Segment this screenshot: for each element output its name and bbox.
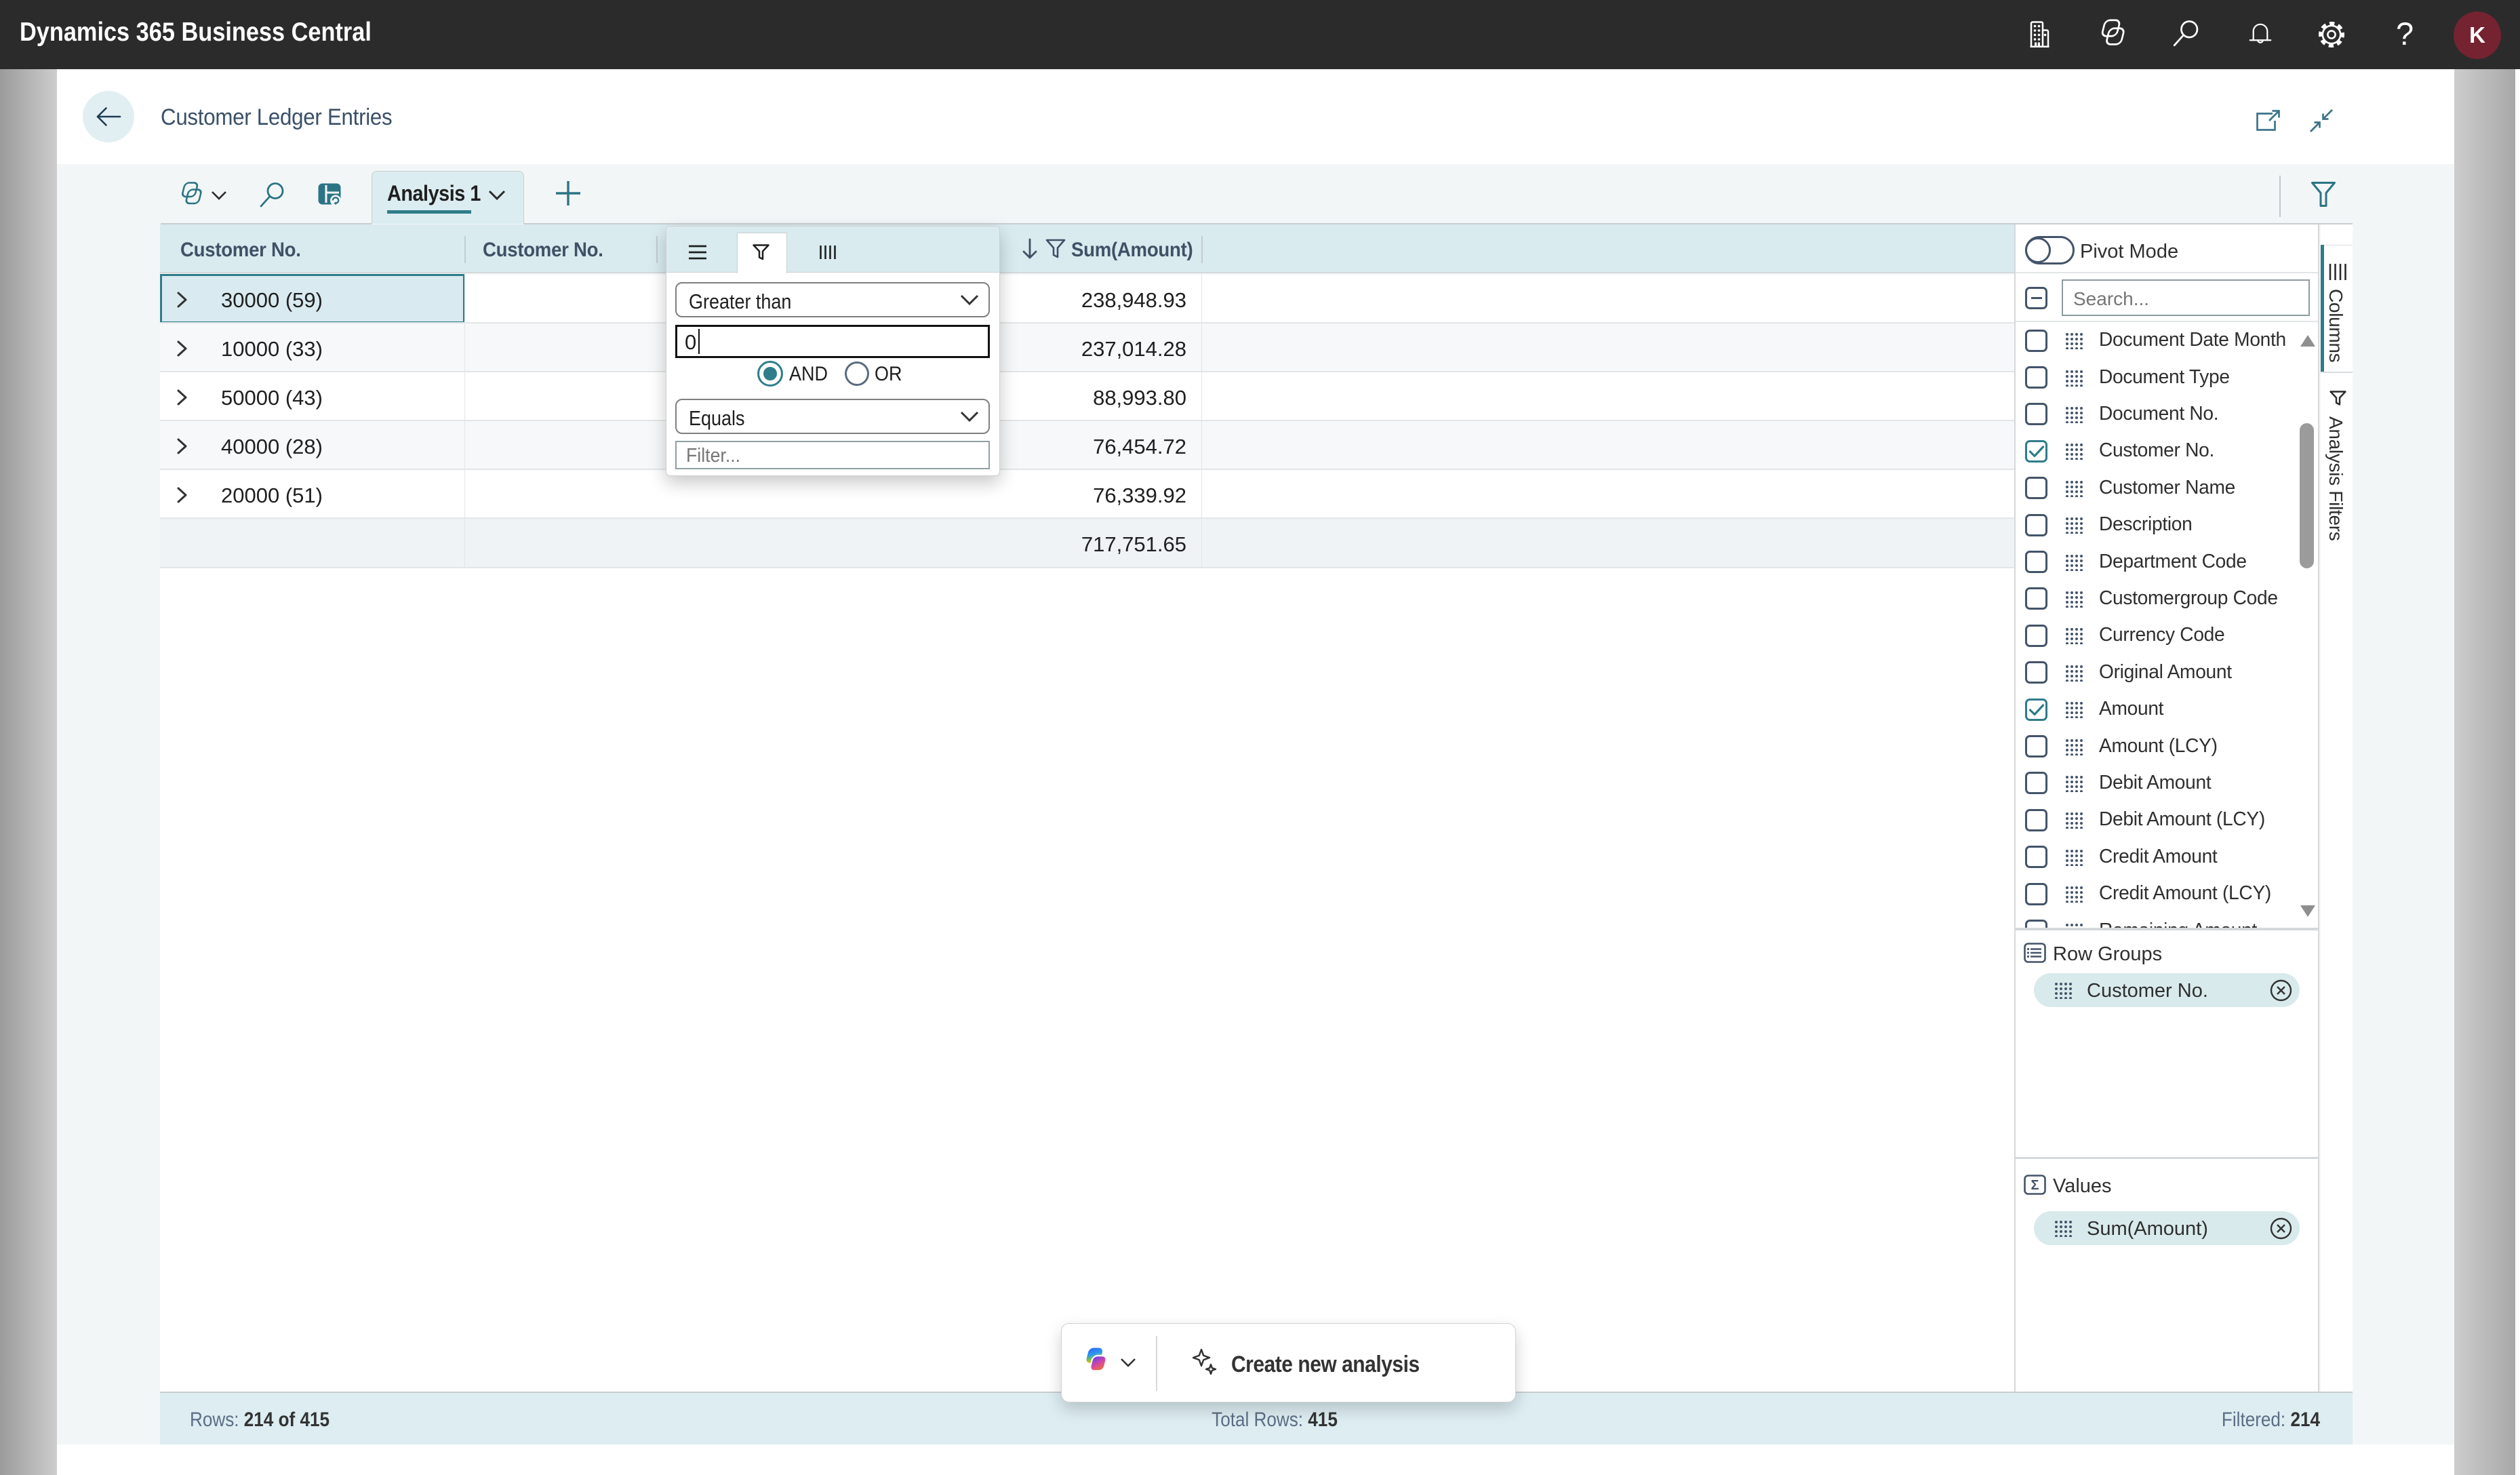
svg-text:Σ: Σ: [2031, 1178, 2039, 1193]
